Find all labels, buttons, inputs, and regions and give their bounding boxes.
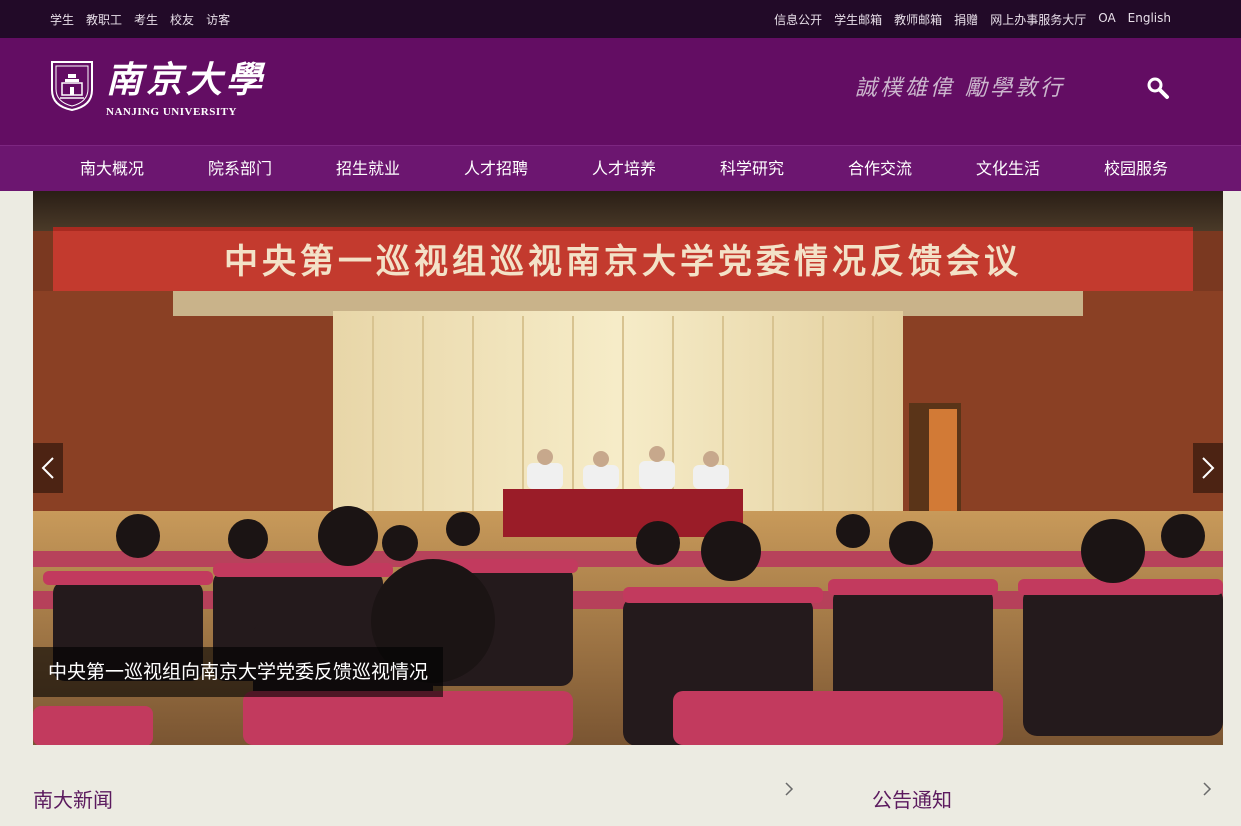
nav-item-departments[interactable]: 院系部门 bbox=[176, 146, 304, 191]
university-emblem-icon bbox=[51, 61, 93, 112]
hero-slider[interactable]: 中央第一巡视组巡视南京大学党委情况反馈会议 中央第一巡视组向南京大学党委反馈巡视… bbox=[33, 191, 1223, 745]
news-section-title[interactable]: 南大新闻 bbox=[33, 784, 113, 813]
chevron-right-icon bbox=[1202, 457, 1215, 479]
link-students[interactable]: 学生 bbox=[50, 11, 74, 28]
link-teacher-mail[interactable]: 教师邮箱 bbox=[894, 11, 942, 28]
link-oa[interactable]: OA bbox=[1098, 11, 1115, 28]
link-info-disclosure[interactable]: 信息公开 bbox=[774, 11, 822, 28]
link-donate[interactable]: 捐赠 bbox=[954, 11, 978, 28]
notice-section-title[interactable]: 公告通知 bbox=[872, 784, 952, 813]
university-motto: 誠樸雄偉 勵學敦行 bbox=[855, 76, 1065, 101]
nav-item-admissions[interactable]: 招生就业 bbox=[304, 146, 432, 191]
service-links: 信息公开 学生邮箱 教师邮箱 捐赠 网上办事服务大厅 OA English bbox=[774, 11, 1171, 28]
logo-chinese-name: 南京大學 bbox=[106, 59, 267, 101]
slide-banner-text: 中央第一巡视组巡视南京大学党委情况反馈会议 bbox=[224, 242, 1022, 282]
nav-item-culture[interactable]: 文化生活 bbox=[944, 146, 1072, 191]
slide-caption[interactable]: 中央第一巡视组向南京大学党委反馈巡视情况 bbox=[33, 647, 444, 697]
nav-item-about[interactable]: 南大概况 bbox=[48, 146, 176, 191]
link-english[interactable]: English bbox=[1128, 11, 1171, 28]
link-visitors[interactable]: 访客 bbox=[206, 11, 230, 28]
notice-more-chevron-icon[interactable] bbox=[1200, 780, 1214, 798]
link-staff[interactable]: 教职工 bbox=[86, 11, 122, 28]
slider-next-button[interactable] bbox=[1193, 443, 1223, 493]
news-more-chevron-icon[interactable] bbox=[782, 780, 796, 798]
slider-prev-button[interactable] bbox=[33, 443, 63, 493]
nav-item-campus-services[interactable]: 校园服务 bbox=[1072, 146, 1200, 191]
main-navigation: 南大概况 院系部门 招生就业 人才招聘 人才培养 科学研究 合作交流 文化生活 … bbox=[0, 145, 1241, 191]
nav-item-research[interactable]: 科学研究 bbox=[688, 146, 816, 191]
link-alumni[interactable]: 校友 bbox=[170, 11, 194, 28]
search-icon[interactable] bbox=[1146, 76, 1170, 100]
logo-english-name: NANJING UNIVERSITY bbox=[106, 106, 237, 118]
link-student-mail[interactable]: 学生邮箱 bbox=[834, 11, 882, 28]
nav-item-recruitment[interactable]: 人才招聘 bbox=[432, 146, 560, 191]
link-online-services[interactable]: 网上办事服务大厅 bbox=[990, 11, 1086, 28]
chevron-left-icon bbox=[41, 457, 54, 479]
top-utility-bar: 学生 教职工 考生 校友 访客 信息公开 学生邮箱 教师邮箱 捐赠 网上办事服务… bbox=[0, 0, 1241, 38]
site-header: 南京大學 NANJING UNIVERSITY 誠樸雄偉 勵學敦行 bbox=[0, 38, 1241, 145]
nav-item-cooperation[interactable]: 合作交流 bbox=[816, 146, 944, 191]
university-logo[interactable]: 南京大學 NANJING UNIVERSITY bbox=[50, 60, 266, 118]
link-applicants[interactable]: 考生 bbox=[134, 11, 158, 28]
nav-item-education[interactable]: 人才培养 bbox=[560, 146, 688, 191]
audience-links: 学生 教职工 考生 校友 访客 bbox=[50, 11, 230, 28]
